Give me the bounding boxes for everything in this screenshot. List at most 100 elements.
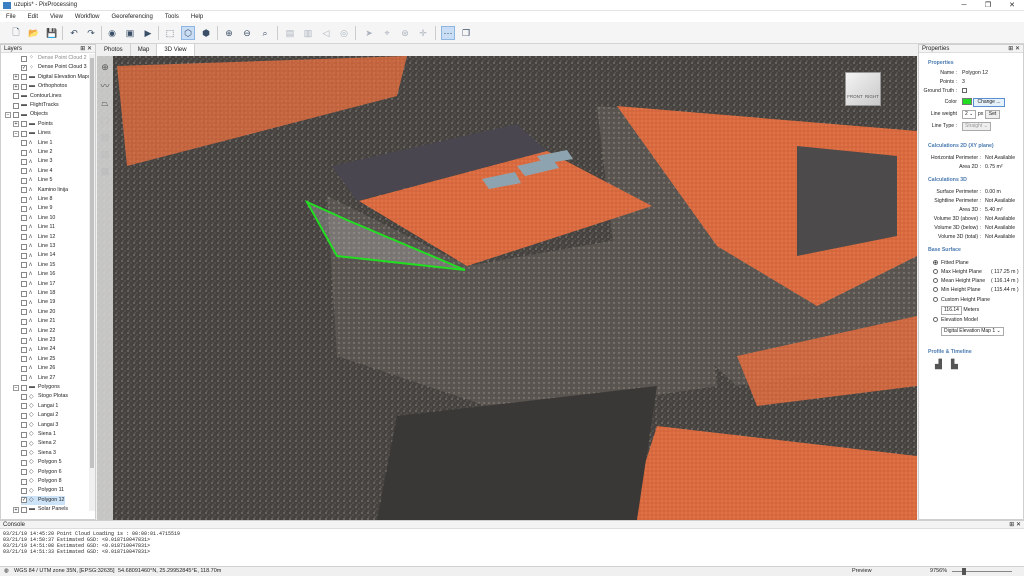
layer-visibility-checkbox[interactable] — [21, 253, 27, 260]
custom-height-radio[interactable]: Custom Height Plane — [933, 297, 990, 303]
layer-visibility-checkbox[interactable] — [21, 281, 27, 288]
layer-row[interactable]: ʌ Line 22 — [21, 327, 55, 336]
layer-row[interactable]: ʌ Line 10 — [21, 214, 55, 223]
maximize-button[interactable]: ❐ — [976, 0, 1000, 11]
layer-row[interactable]: ʌ Line 12 — [21, 233, 55, 242]
layer-row[interactable]: − ▬ Lines — [13, 129, 51, 138]
layer-visibility-checkbox[interactable]: ✓ — [21, 497, 27, 504]
window-icon[interactable]: ❐ — [459, 26, 473, 40]
layer-row[interactable]: ◇ Langai 3 — [21, 421, 58, 430]
layer-row[interactable]: ʌ Line 1 — [21, 139, 52, 148]
layer-row[interactable]: + ▬ Points — [13, 120, 53, 129]
layer-visibility-checkbox[interactable] — [13, 93, 19, 100]
line-weight-select[interactable]: 2 ⌄ — [962, 110, 977, 119]
elevation-model-select[interactable]: Digital Elevation Map 1 ⌄ — [941, 327, 1004, 336]
mean-height-radio[interactable]: Mean Height Plane — [933, 278, 985, 284]
layer-visibility-checkbox[interactable] — [21, 83, 27, 90]
expand-toggle-icon[interactable]: + — [13, 121, 19, 128]
layer-visibility-checkbox[interactable] — [21, 159, 27, 166]
layer-visibility-checkbox[interactable] — [21, 206, 27, 213]
menu-file[interactable]: File — [0, 14, 22, 20]
ground-truth-checkbox[interactable] — [962, 88, 967, 93]
point-cloud-icon[interactable]: ⬡ — [181, 26, 195, 40]
layer-row[interactable]: ʌ Line 21 — [21, 317, 55, 326]
3d-viewport[interactable]: ⊕ 〰 ⏢ ▢ ▧ ▨ ▩ FRONT RIGHT — [97, 56, 917, 520]
layer-visibility-checkbox[interactable] — [21, 309, 27, 316]
line-type-select[interactable]: Straight ⌄ — [962, 122, 991, 131]
layer-visibility-checkbox[interactable] — [21, 187, 27, 194]
layer-row[interactable]: ʌ Line 11 — [21, 223, 55, 232]
layer-visibility-checkbox[interactable] — [13, 102, 19, 109]
zoom-fit-icon[interactable]: ⌕ — [258, 26, 272, 40]
menu-tools[interactable]: Tools — [159, 14, 185, 20]
save-icon[interactable]: 💾 — [45, 26, 59, 40]
stack-icon[interactable]: ▥ — [301, 26, 315, 40]
layer-visibility-checkbox[interactable] — [21, 506, 27, 513]
navigation-cube[interactable]: FRONT RIGHT — [845, 72, 881, 106]
minimize-button[interactable]: ─ — [952, 0, 976, 11]
layer-visibility-checkbox[interactable] — [21, 337, 27, 344]
layer-visibility-checkbox[interactable] — [21, 318, 27, 325]
timeline-icon[interactable]: ▙ — [951, 359, 958, 370]
layer-row[interactable]: ʌ Kamino linija — [21, 186, 68, 195]
color-swatch[interactable] — [962, 98, 972, 106]
layer-row[interactable]: ⁘ Dense Point Cloud 2 — [21, 54, 87, 63]
layer-visibility-checkbox[interactable] — [21, 168, 27, 175]
change-color-button[interactable]: Change ... — [973, 98, 1005, 107]
layer-visibility-checkbox[interactable] — [21, 347, 27, 354]
layer-visibility-checkbox[interactable] — [21, 300, 27, 307]
tab-map[interactable]: Map — [131, 44, 158, 56]
layer-row[interactable]: ◇ Polygon 8 — [21, 477, 62, 486]
target-icon[interactable]: ⊛ — [398, 26, 412, 40]
layer-visibility-checkbox[interactable] — [21, 375, 27, 382]
layer-visibility-checkbox[interactable] — [21, 262, 27, 269]
zoom-out-icon[interactable]: ⊖ — [240, 26, 254, 40]
layer-visibility-checkbox[interactable] — [21, 177, 27, 184]
menu-workflow[interactable]: Workflow — [69, 14, 106, 20]
layer-visibility-checkbox[interactable] — [13, 112, 19, 119]
layer-row[interactable]: ◇ Siena 2 — [21, 439, 56, 448]
layers-scrollbar[interactable] — [89, 54, 95, 511]
layer-row[interactable]: ▬ ContourLines — [13, 92, 62, 101]
measure-icon[interactable]: ⋯ — [441, 26, 455, 40]
zoom-in-icon[interactable]: ⊕ — [222, 26, 236, 40]
layer-row[interactable]: ʌ Line 19 — [21, 298, 55, 307]
layer-row[interactable]: ◇ Langai 2 — [21, 411, 58, 420]
layer-row[interactable]: ʌ Line 24 — [21, 345, 55, 354]
layer-row[interactable]: ʌ Line 20 — [21, 308, 55, 317]
layer-row[interactable]: ʌ Line 15 — [21, 261, 55, 270]
layer-row[interactable]: ʌ Line 27 — [21, 374, 55, 383]
layer-visibility-checkbox[interactable] — [21, 403, 27, 410]
layer-visibility-checkbox[interactable] — [21, 469, 27, 476]
flag-icon[interactable]: ◁ — [319, 26, 333, 40]
layer-icon[interactable]: ▤ — [283, 26, 297, 40]
layer-visibility-checkbox[interactable]: ✓ — [21, 65, 27, 72]
expand-toggle-icon[interactable]: + — [13, 83, 19, 90]
plane-tool-icon[interactable]: ⏢ — [101, 98, 108, 109]
box-tool-icon[interactable]: ▢ — [101, 115, 110, 126]
polyline-tool-icon[interactable]: 〰 — [100, 79, 109, 92]
eye-icon[interactable]: ◎ — [337, 26, 351, 40]
layer-visibility-checkbox[interactable] — [21, 234, 27, 241]
layer-row[interactable]: ◇ Siena 1 — [21, 430, 56, 439]
layer-row[interactable]: + ▬ Digital Elevation Maps — [13, 73, 90, 82]
layer-row[interactable]: + ▬ Solar Panels — [13, 505, 68, 514]
max-height-radio[interactable]: Max Height Plane — [933, 269, 982, 275]
layer-row[interactable]: ʌ Line 9 — [21, 204, 52, 213]
layer-visibility-checkbox[interactable] — [21, 450, 27, 457]
box-select-icon[interactable]: ⬚ — [163, 26, 177, 40]
expand-toggle-icon[interactable]: + — [13, 506, 19, 513]
layer-row[interactable]: ◇ Polygon 11 — [21, 486, 64, 495]
layer-visibility-checkbox[interactable] — [21, 431, 27, 438]
layer-visibility-checkbox[interactable] — [21, 356, 27, 363]
layer-visibility-checkbox[interactable] — [21, 121, 27, 128]
pointer-icon[interactable]: ➤ — [362, 26, 376, 40]
play-icon[interactable]: ▶ — [141, 26, 155, 40]
elevation-model-radio[interactable]: Elevation Model — [933, 317, 978, 323]
redo-icon[interactable]: ↷ — [84, 26, 98, 40]
section-tool-icon[interactable]: ▩ — [101, 166, 110, 177]
layer-visibility-checkbox[interactable] — [21, 290, 27, 297]
layer-row[interactable]: ʌ Line 14 — [21, 251, 55, 260]
layer-visibility-checkbox[interactable] — [21, 243, 27, 250]
layer-row[interactable]: ʌ Line 17 — [21, 280, 55, 289]
